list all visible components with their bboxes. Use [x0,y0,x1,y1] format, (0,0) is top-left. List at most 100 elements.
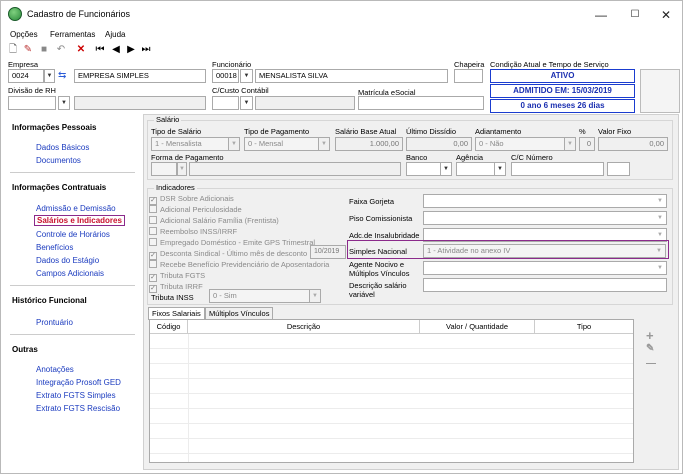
table-row[interactable] [150,379,633,394]
check-domestico[interactable]: Empregado Doméstico - Emite GPS Trimestr… [149,238,315,247]
sidebar-item-campos[interactable]: Campos Adicionais [36,269,104,278]
maximize-button[interactable]: ☐ [621,5,649,25]
sidebar-item-prontuario[interactable]: Prontuário [36,318,73,327]
check-salario-familia[interactable]: Adicional Salário Família (Frentista) [149,216,279,225]
link-icon[interactable]: ⇆ [58,70,71,82]
cc-numero-field[interactable] [511,162,604,176]
funcionario-dropdown[interactable]: ▼ [240,69,253,83]
adiantamento-arrow[interactable]: ▼ [564,137,576,151]
tipo-salario-label: Tipo de Salário [151,127,202,136]
status-ativo-badge: ATIVO [490,69,635,83]
ccusto-dropdown[interactable]: ▼ [240,96,253,110]
tipo-pagamento-arrow[interactable]: ▼ [318,137,330,151]
divisao-label: Divisão de RH [8,86,56,95]
column-header-codigo[interactable]: Código [150,320,188,334]
faixa-gorjeta-select[interactable]: ▼ [423,194,667,208]
tipo-salario-arrow[interactable]: ▼ [228,137,240,151]
menu-ajuda[interactable]: Ajuda [105,30,125,39]
sidebar-item-horarios[interactable]: Controle de Horários [36,230,110,239]
forma-pagamento-select[interactable] [151,162,177,176]
empresa-label: Empresa [8,60,39,69]
sidebar-item-dados-basicos[interactable]: Dados Básicos [36,143,89,152]
empresa-code-field[interactable]: 0024 [8,69,44,83]
sidebar-divider [10,172,135,173]
previous-record-icon[interactable]: ◀ [111,44,121,56]
sidebar-item-salarios[interactable]: Salários e Indicadores [34,215,125,226]
delete-icon[interactable]: ✕ [75,44,87,56]
agente-nocivo-select[interactable]: ▼ [423,261,667,275]
forma-pagamento-arrow[interactable]: ▼ [177,162,187,176]
app-icon [8,7,22,21]
tab-multiplos-vinculos[interactable]: Múltiplos Vínculos [205,307,274,319]
table-row[interactable] [150,334,633,349]
add-icon[interactable]: + [646,328,654,343]
fixos-grid: Código Descrição Valor / Quantidade Tipo [149,319,634,463]
table-row[interactable] [150,424,633,439]
banco-dropdown[interactable]: ▼ [440,162,452,176]
sidebar-item-admissao[interactable]: Admissão e Demissão [36,204,116,213]
sidebar-item-anotacoes[interactable]: Anotações [36,365,74,374]
simples-nacional-select[interactable]: 1 - Atividade no anexo IV ▼ [423,244,666,258]
chapeira-field[interactable] [454,69,483,83]
edit-icon[interactable]: ✎ [22,44,34,56]
banco-field[interactable] [406,162,442,176]
sidebar-item-beneficios[interactable]: Benefícios [36,243,73,252]
matricula-field[interactable] [358,96,484,110]
check-fgts[interactable]: ✓ Tributa FGTS [149,271,205,282]
new-icon[interactable]: 🗋 [8,44,18,56]
agencia-dropdown[interactable]: ▼ [494,162,506,176]
check-sindical[interactable]: ✓ Desconta Sindical - Último mês de desco… [149,249,307,260]
adiantamento-select[interactable]: 0 - Não [475,137,576,151]
check-aposentadoria[interactable]: Recebe Benefício Previdenciário de Apose… [149,260,329,269]
indicadores-group-title: Indicadores [154,183,197,192]
check-irrf[interactable]: ✓ Tributa IRRF [149,282,203,293]
last-record-icon[interactable]: ⏭ [141,44,151,56]
next-record-icon[interactable]: ▶ [126,44,136,56]
undo-icon[interactable]: ↶ [55,44,67,56]
sidebar-item-documentos[interactable]: Documentos [36,156,81,165]
menu-ferramentas[interactable]: Ferramentas [50,30,95,39]
tributa-inss-arrow[interactable]: ▼ [309,289,321,303]
divisao-field[interactable] [8,96,56,110]
table-row[interactable] [150,364,633,379]
agencia-field[interactable] [456,162,496,176]
table-row[interactable] [150,409,633,424]
ccusto-field[interactable] [212,96,239,110]
photo-placeholder[interactable] [640,69,680,113]
tipo-pagamento-label: Tipo de Pagamento [244,127,310,136]
column-header-descricao[interactable]: Descrição [188,320,420,334]
percent-field: 0 [579,137,595,151]
sidebar-item-estagio[interactable]: Dados do Estágio [36,256,99,265]
tipo-salario-select[interactable]: 1 - Mensalista [151,137,239,151]
remove-icon[interactable]: — [646,358,656,369]
descricao-variavel-label: Descrição salário variável [349,281,407,299]
sidebar-item-ged[interactable]: Integração Prosoft GED [36,378,121,387]
funcionario-code-field[interactable]: 00018 [212,69,239,83]
table-row[interactable] [150,394,633,409]
tributa-inss-select[interactable]: 0 - Sim [209,289,321,303]
menu-opcoes[interactable]: Opções [10,30,38,39]
descricao-variavel-field[interactable] [423,278,667,292]
column-header-valor[interactable]: Valor / Quantidade [420,320,535,334]
table-row[interactable] [150,439,633,454]
first-record-icon[interactable]: ⏮ [95,44,105,56]
table-row[interactable] [150,349,633,364]
minimize-button[interactable]: — [587,5,615,25]
check-dsr-label: DSR Sobre Adicionais [160,194,234,203]
forma-pagamento-label: Forma de Pagamento [151,153,224,162]
checkbox-icon [149,216,157,224]
agencia-label: Agência [456,153,484,162]
edit-row-icon[interactable]: ✎ [646,343,654,354]
check-reembolso[interactable]: Reembolso INSS/IRRF [149,227,237,236]
close-button[interactable]: ✕ [652,5,680,25]
check-dsr[interactable]: ✓ DSR Sobre Adicionais [149,194,234,205]
check-periculosidade[interactable]: Adicional Periculosidade [149,205,242,214]
piso-comissionista-select[interactable]: ▼ [423,211,667,225]
divisao-dropdown[interactable]: ▼ [58,96,70,110]
sidebar-item-fgts-rescisao[interactable]: Extrato FGTS Rescisão [36,404,120,413]
save-icon[interactable]: ■ [39,44,49,56]
sidebar-item-fgts-simples[interactable]: Extrato FGTS Simples [36,391,116,400]
empresa-dropdown[interactable]: ▼ [44,69,55,83]
column-header-tipo[interactable]: Tipo [535,320,633,334]
cc-digito-field[interactable] [607,162,630,176]
